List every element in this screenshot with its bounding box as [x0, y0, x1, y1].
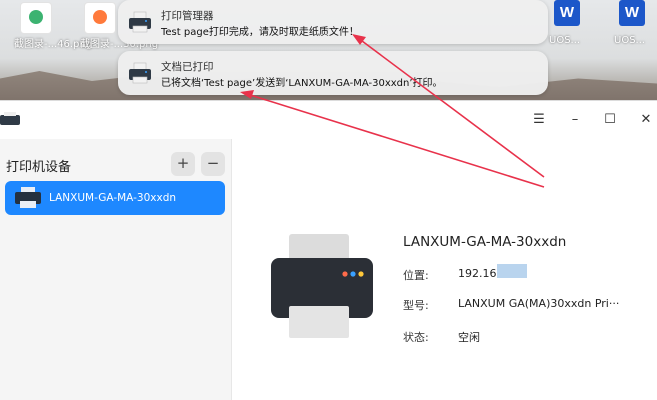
location-label: 位置: [403, 269, 429, 282]
printer-icon [129, 11, 151, 33]
minimize-button[interactable]: – [565, 110, 585, 130]
printer-name: LANXUM-GA-MA-30xxdn [49, 192, 177, 204]
close-button[interactable]: ✕ [636, 110, 656, 130]
status-label: 状态: [403, 331, 429, 344]
add-printer-button[interactable]: + [171, 152, 195, 176]
model-value: LANXUM GA(MA)30xxdn Pri··· [458, 297, 620, 310]
redacted-ip [497, 264, 527, 278]
desktop-file-icon[interactable] [20, 2, 52, 34]
printer-icon [129, 62, 151, 84]
notification-title: 打印管理器 [161, 10, 214, 22]
remove-printer-button[interactable]: − [201, 152, 225, 176]
printer-title: LANXUM-GA-MA-30xxdn [403, 234, 567, 250]
printer-icon [15, 187, 41, 208]
notification-title: 文档已打印 [161, 61, 214, 73]
maximize-button[interactable]: ☐ [600, 110, 620, 130]
notification-print-complete[interactable]: 打印管理器 Test page打印完成，请及时取走纸质文件！ [118, 0, 548, 44]
window-titlebar[interactable]: ☰ – ☐ ✕ [0, 101, 657, 139]
print-manager-window: ☰ – ☐ ✕ 打印机设备 + − LANXUM-GA-MA-30xxdn LA… [0, 100, 657, 400]
printer-illustration [271, 234, 373, 338]
notification-body: 已将文档‘Test page’发送到‘LANXUM-GA-MA-30xxdn’打… [161, 78, 443, 89]
word-document-icon[interactable]: W [554, 0, 580, 26]
desktop-file-label: UOS... [549, 35, 581, 46]
printer-details-panel: LANXUM-GA-MA-30xxdn 位置: 192.168 型号: LANX… [233, 139, 657, 400]
status-value: 空闲 [458, 331, 480, 344]
sidebar-item-printer[interactable]: LANXUM-GA-MA-30xxdn [5, 181, 225, 215]
printer-app-icon [0, 112, 20, 125]
menu-button[interactable]: ☰ [529, 110, 549, 130]
sidebar: 打印机设备 + − LANXUM-GA-MA-30xxdn [0, 139, 232, 400]
notification-body: Test page打印完成，请及时取走纸质文件！ [161, 27, 359, 38]
model-label: 型号: [403, 299, 429, 312]
desktop-file-label: UOS... [614, 35, 646, 46]
word-document-icon[interactable]: W [619, 0, 645, 26]
sidebar-title: 打印机设备 [6, 160, 72, 175]
notification-document-printed[interactable]: 文档已打印 已将文档‘Test page’发送到‘LANXUM-GA-MA-30… [118, 51, 548, 95]
desktop-file-icon[interactable] [84, 2, 116, 34]
